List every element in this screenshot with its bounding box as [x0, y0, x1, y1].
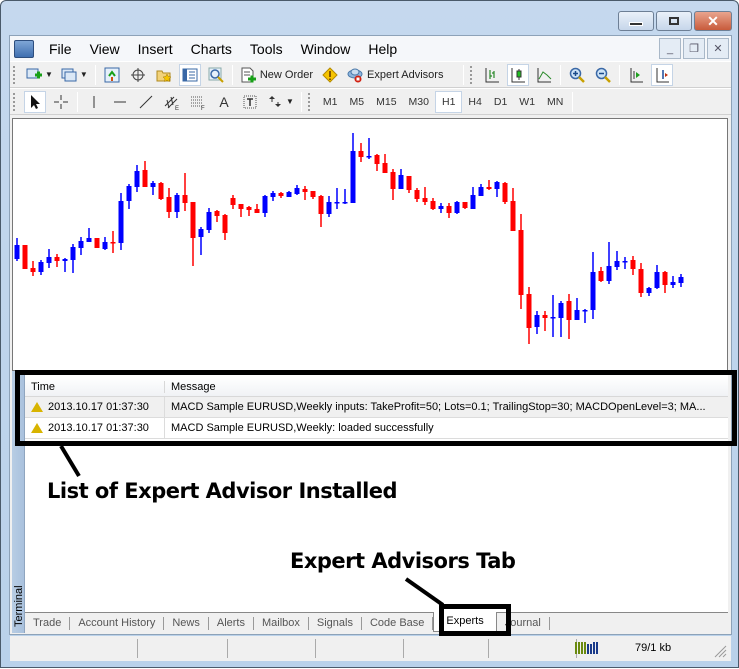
status-separator: [403, 639, 404, 658]
terminal-tabs: Trade Account History News Alerts Mailbo…: [25, 612, 728, 633]
tab-annotation-label: Expert Advisors Tab: [290, 549, 516, 573]
connection-status-icon: [575, 642, 598, 654]
tab-trade[interactable]: Trade: [25, 616, 71, 630]
status-separator: [488, 639, 489, 658]
status-separator: [227, 639, 228, 658]
tab-account-history[interactable]: Account History: [70, 616, 165, 630]
status-separator: [315, 639, 316, 658]
tab-news[interactable]: News: [164, 616, 209, 630]
list-annotation-label: List of Expert Advisor Installed: [47, 479, 398, 503]
traffic-readout: 79/1 kb: [635, 642, 672, 654]
tab-code-base[interactable]: Code Base: [362, 616, 434, 630]
experts-tab-highlight-box: [439, 604, 511, 636]
status-separator: [137, 639, 138, 658]
status-bar: 79/1 kb: [10, 636, 731, 661]
tab-signals[interactable]: Signals: [309, 616, 362, 630]
resize-grip-icon[interactable]: [713, 644, 727, 658]
tab-mailbox[interactable]: Mailbox: [254, 616, 309, 630]
tab-alerts[interactable]: Alerts: [209, 616, 254, 630]
app-window: ✕ File View Insert Charts Tools Window H…: [0, 0, 739, 668]
